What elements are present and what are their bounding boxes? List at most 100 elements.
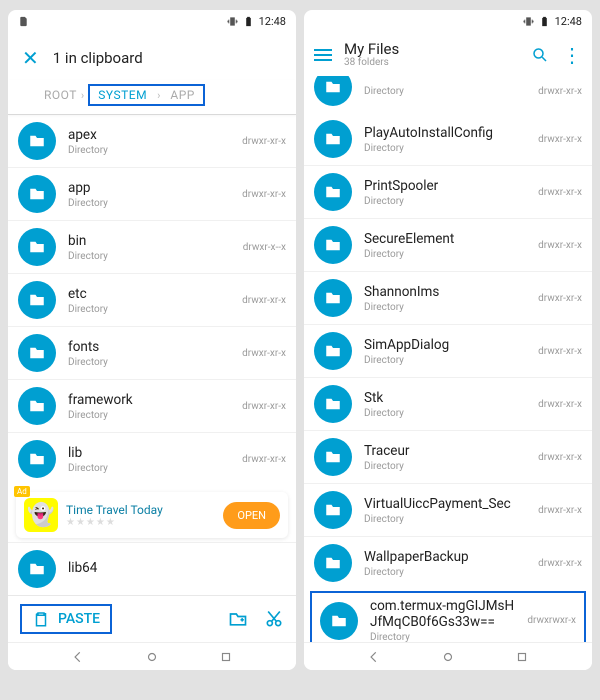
list-item[interactable]: Stk Directorydrwxr-xr-x [304, 377, 592, 430]
search-icon[interactable] [530, 45, 550, 65]
list-item[interactable]: apexDirectorydrwxr-xr-x [8, 115, 296, 167]
folder-sub: Directory [364, 196, 532, 207]
folder-icon [320, 602, 358, 640]
more-icon[interactable]: ⋮ [562, 45, 582, 65]
list-item[interactable]: VirtualUiccPayment_SecDirectorydrwxr-xr-… [304, 483, 592, 536]
crumb-root[interactable]: ROOT [44, 88, 77, 102]
folder-icon [314, 226, 352, 264]
folder-perm: drwxr-xr-x [532, 240, 582, 251]
status-time: 12:48 [555, 15, 582, 28]
phone-left: 12:48 ✕ 1 in clipboard ROOT › SYSTEM › A… [8, 10, 296, 670]
folder-sub: Directory [364, 302, 532, 313]
folder-perm: drwxr-xr-x [236, 136, 286, 147]
folder-perm: drwxr-xr-x [532, 293, 582, 304]
folder-sub: Directory [68, 251, 237, 262]
list-item[interactable]: binDirectorydrwxr-x--x [8, 220, 296, 273]
folder-perm: drwxr-xr-x [236, 401, 286, 412]
status-bar: 12:48 [304, 10, 592, 32]
folder-icon [18, 387, 56, 425]
close-icon[interactable]: ✕ [22, 46, 39, 70]
folder-list[interactable]: apexDirectorydrwxr-xr-xappDirectorydrwxr… [8, 115, 296, 488]
header-subtitle: 38 folders [344, 57, 399, 68]
cut-icon[interactable] [264, 609, 284, 629]
list-item[interactable]: PrintSpooler Directorydrwxr-xr-x [304, 165, 592, 218]
menu-icon[interactable] [314, 49, 332, 61]
nav-bar [304, 642, 592, 670]
folder-sub: Directory [68, 357, 236, 368]
battery-icon [243, 16, 254, 27]
header-title: My Files [344, 42, 399, 57]
status-time: 12:48 [259, 15, 286, 28]
list-item[interactable]: Directory drwxr-xr-x [304, 76, 592, 113]
sim-icon [18, 16, 29, 27]
list-item[interactable]: libDirectorydrwxr-xr-x [8, 432, 296, 485]
folder-name: VirtualUiccPayment_Sec [364, 496, 532, 512]
list-item[interactable]: lib64 [8, 542, 296, 595]
vibrate-icon [227, 16, 238, 27]
list-item[interactable]: etcDirectorydrwxr-xr-x [8, 273, 296, 326]
folder-perm: drwxr-xr-x [532, 505, 582, 516]
nav-home-icon[interactable] [441, 650, 455, 664]
ad-title: Time Travel Today [66, 503, 215, 517]
nav-back-icon[interactable] [71, 650, 85, 664]
nav-back-icon[interactable] [367, 650, 381, 664]
folder-name: Stk [364, 390, 532, 406]
folder-perm: drwxr-xr-x [532, 86, 582, 97]
folder-icon [314, 385, 352, 423]
list-item[interactable]: frameworkDirectorydrwxr-xr-x [8, 379, 296, 432]
folder-icon [18, 440, 56, 478]
folder-name: SimAppDialog [364, 337, 532, 353]
nav-recent-icon[interactable] [515, 650, 529, 664]
folder-icon [18, 122, 56, 160]
nav-home-icon[interactable] [145, 650, 159, 664]
vibrate-icon [523, 16, 534, 27]
folder-sub: Directory [364, 249, 532, 260]
folder-perm: drwxr-xr-x [236, 189, 286, 200]
folder-icon [314, 332, 352, 370]
folder-list[interactable]: Directory drwxr-xr-x PlayAutoInstallConf… [304, 76, 592, 642]
nav-bar [8, 642, 296, 670]
ad-open-button[interactable]: OPEN [223, 502, 280, 529]
folder-perm: drwxr-xr-x [236, 348, 286, 359]
nav-recent-icon[interactable] [219, 650, 233, 664]
folder-name: PrintSpooler [364, 178, 532, 194]
header: My Files 38 folders ⋮ [304, 32, 592, 76]
folder-perm: drwxr-xr-x [532, 187, 582, 198]
folder-sub: Directory [364, 408, 532, 419]
list-item[interactable]: fontsDirectorydrwxr-xr-x [8, 326, 296, 379]
folder-icon [314, 120, 352, 158]
crumb-app[interactable]: APP [170, 88, 194, 102]
paste-button[interactable]: PASTE [20, 604, 112, 634]
folder-sub: Directory [364, 355, 532, 366]
folder-icon [18, 550, 56, 588]
crumb-system[interactable]: SYSTEM [98, 88, 147, 102]
new-folder-icon[interactable] [228, 609, 248, 629]
list-item[interactable]: PlayAutoInstallConfigDirectorydrwxr-xr-x [304, 113, 592, 165]
folder-icon [314, 279, 352, 317]
list-item[interactable]: SecureElement Directorydrwxr-xr-x [304, 218, 592, 271]
folder-name: SecureElement [364, 231, 532, 247]
folder-sub: Directory [364, 567, 532, 578]
folder-perm: drwxr-xr-x [532, 399, 582, 410]
list-item[interactable]: SimAppDialogDirectorydrwxr-xr-x [304, 324, 592, 377]
folder-icon [314, 76, 352, 106]
list-item[interactable]: WallpaperBackupDirectorydrwxr-xr-x [304, 536, 592, 589]
ad-card[interactable]: Ad 👻 Time Travel Today ★★★★★ OPEN [16, 492, 288, 538]
folder-name: lib64 [68, 560, 286, 576]
list-item-highlight[interactable]: com.termux-mgGIJMsHJfMqCB0f6Gs33w== Dire… [310, 591, 586, 642]
folder-sub: Directory [68, 463, 236, 474]
folder-icon [314, 438, 352, 476]
list-item[interactable]: app Directorydrwxr-xr-x [8, 167, 296, 220]
folder-name: WallpaperBackup [364, 549, 532, 565]
battery-icon [539, 16, 550, 27]
folder-name: app [68, 180, 236, 196]
list-item[interactable]: ShannonImsDirectorydrwxr-xr-x [304, 271, 592, 324]
breadcrumb: ROOT › SYSTEM › APP [8, 80, 296, 115]
bottom-bar: PASTE [8, 595, 296, 642]
header-title: 1 in clipboard [53, 49, 143, 67]
folder-sub: Directory [68, 145, 236, 156]
folder-sub: Directory [68, 198, 236, 209]
clipboard-icon [32, 610, 50, 628]
folder-name: com.termux-mgGIJMsHJfMqCB0f6Gs33w== [370, 598, 521, 630]
list-item[interactable]: TraceurDirectorydrwxr-xr-x [304, 430, 592, 483]
